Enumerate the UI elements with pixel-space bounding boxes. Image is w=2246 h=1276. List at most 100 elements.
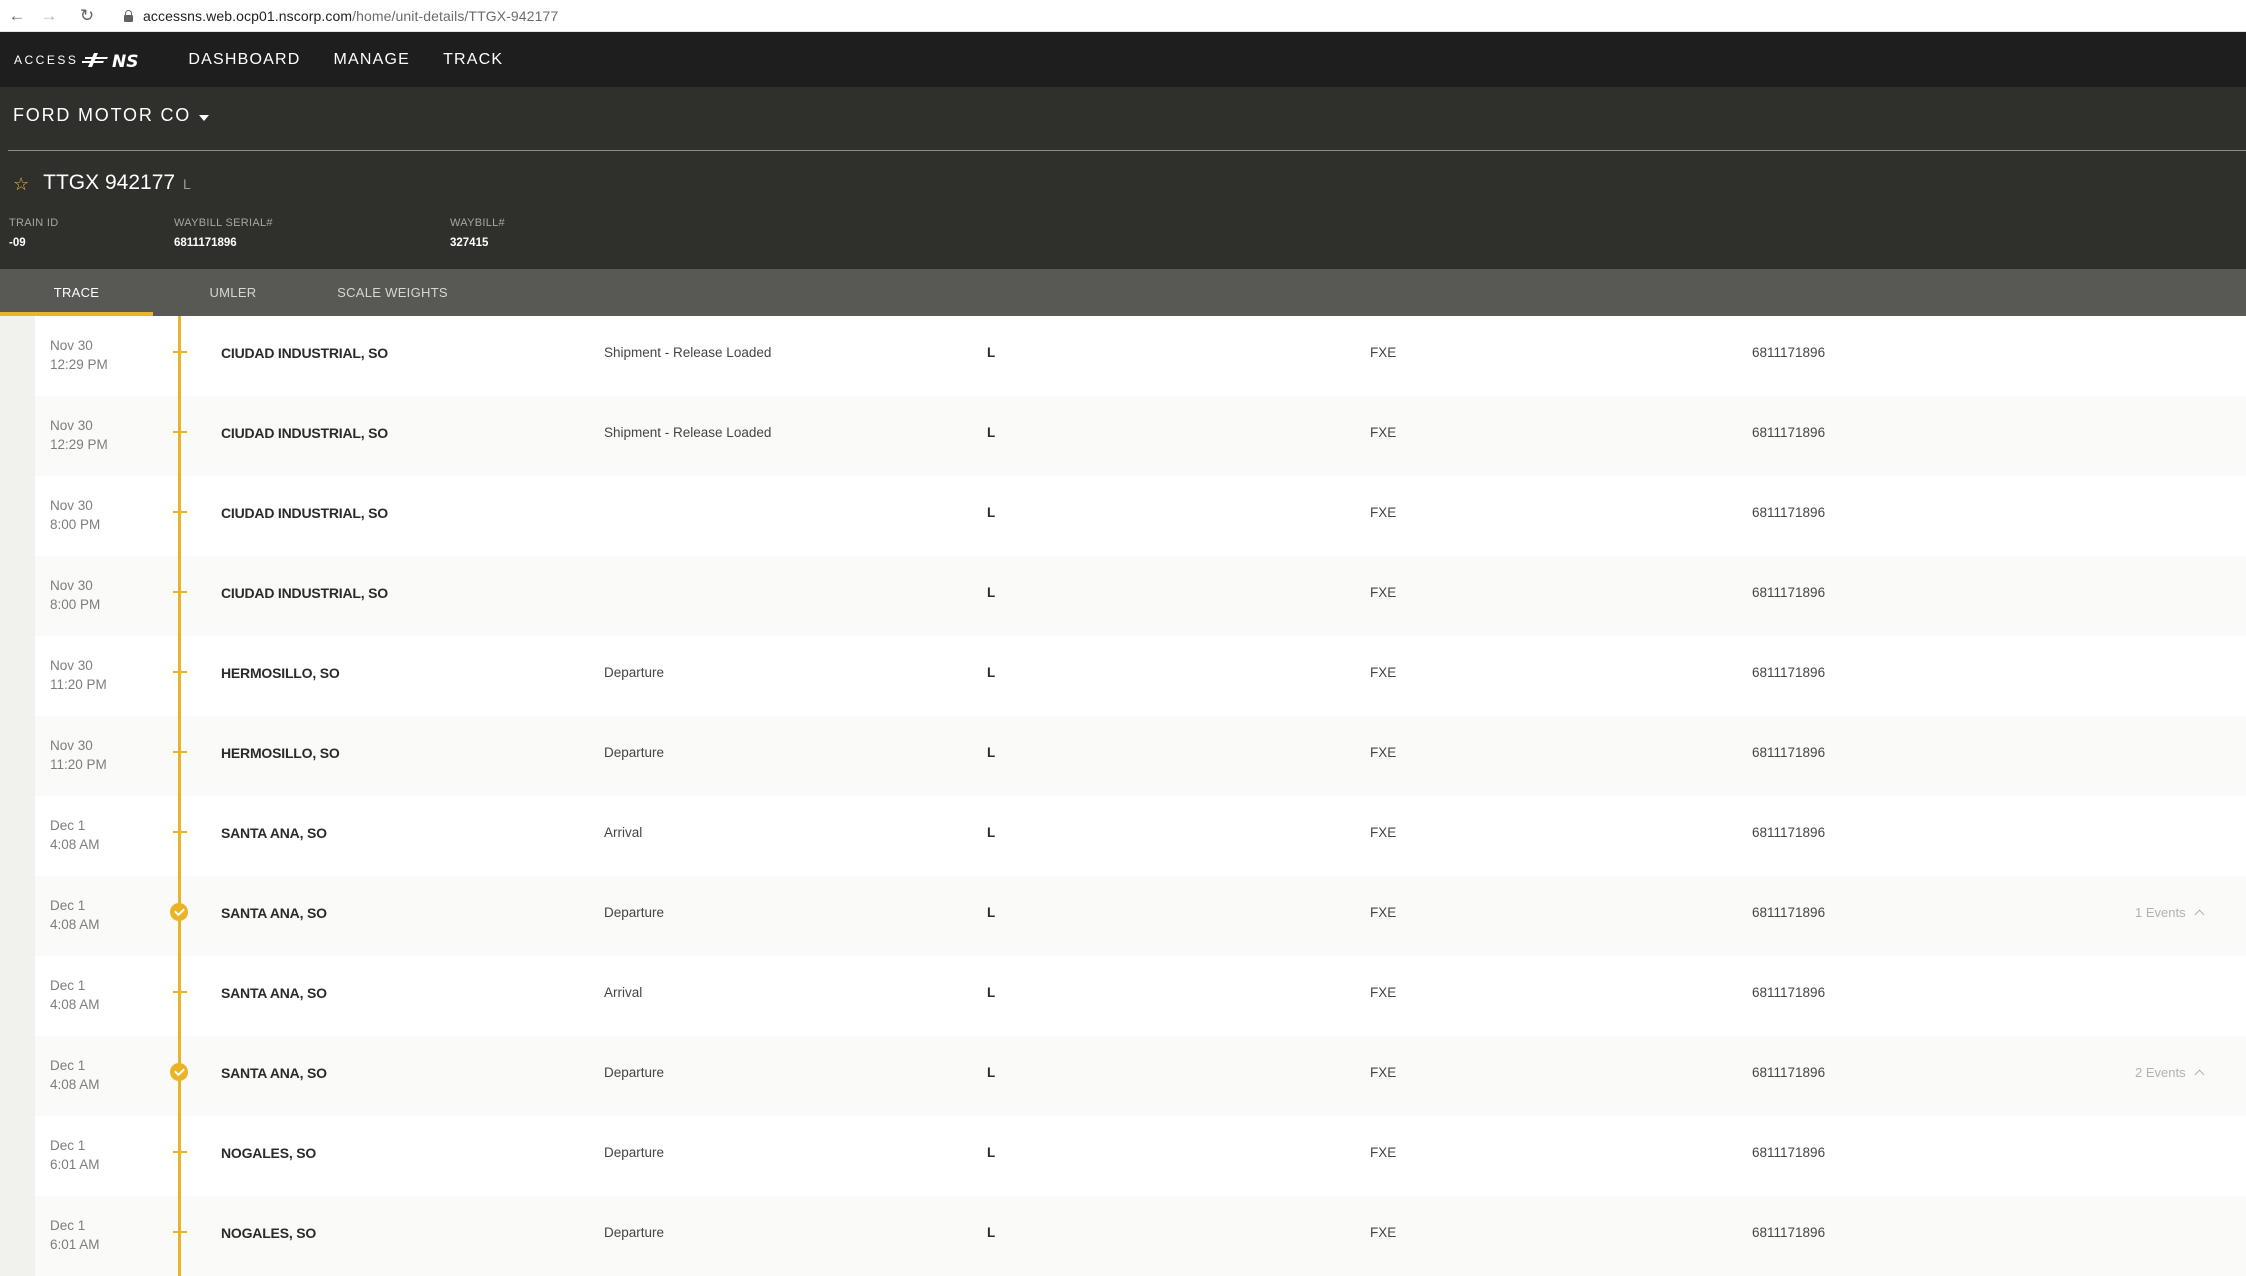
events-toggle[interactable]: 2 Events <box>2135 1065 2205 1080</box>
tab-scale-weights[interactable]: SCALE WEIGHTS <box>320 269 465 316</box>
trace-row[interactable]: Dec 1 4:08 AM SANTA ANA, SO Departure L FXE 68… <box>35 876 2246 956</box>
trace-row[interactable]: Nov 30 8:00 PM CIUDAD INDUSTRIAL, SO L FXE 68… <box>35 476 2246 556</box>
event-time: 12:29 PM <box>50 437 108 452</box>
event-type: Departure <box>604 1145 665 1160</box>
detail-tabs: TRACE UMLER SCALE WEIGHTS <box>0 269 2246 316</box>
event-datetime: Dec 1 6:01 AM <box>50 1136 100 1174</box>
event-type: Arrival <box>604 985 643 1000</box>
browser-toolbar: ← → ↻ accessns.web.ocp01.nscorp.com/home… <box>0 0 2246 32</box>
railroad: FXE <box>1370 745 1397 760</box>
forward-arrow-icon[interactable]: → <box>38 5 60 27</box>
event-location: HERMOSILLO, SO <box>221 665 340 681</box>
reload-icon[interactable]: ↻ <box>76 5 98 27</box>
waybill-serial: 6811171896 <box>1752 1145 1826 1160</box>
event-type: Departure <box>604 905 665 920</box>
trace-row[interactable]: Dec 1 6:01 AM NOGALES, SO Departure L FXE 6811… <box>35 1196 2246 1276</box>
event-datetime: Dec 1 6:01 AM <box>50 1216 100 1254</box>
waybill-serial: 6811171896 <box>1752 585 1826 600</box>
event-location: SANTA ANA, SO <box>221 905 327 921</box>
timeline-tick <box>173 591 187 593</box>
waybill-serial: 6811171896 <box>1752 425 1826 440</box>
waybill-number-value: 327415 <box>450 237 489 249</box>
event-time: 12:29 PM <box>50 357 108 372</box>
event-date: Nov 30 <box>50 738 93 753</box>
timeline-tick <box>173 751 187 753</box>
load-status: L <box>987 1225 996 1240</box>
trace-list: Nov 30 12:29 PM CIUDAD INDUSTRIAL, SO Shipm… <box>0 316 2246 1276</box>
waybill-serial: 6811171896 <box>1752 985 1826 1000</box>
waybill-serial: 6811171896 <box>1752 905 1826 920</box>
event-location: CIUDAD INDUSTRIAL, SO <box>221 425 388 441</box>
event-time: 6:01 AM <box>50 1237 100 1252</box>
event-date: Dec 1 <box>50 818 86 833</box>
load-status: L <box>987 905 996 920</box>
event-datetime: Nov 30 11:20 PM <box>50 656 107 694</box>
waybill-serial-value: 6811171896 <box>174 237 237 249</box>
lock-icon[interactable] <box>124 9 133 22</box>
event-date: Nov 30 <box>50 338 93 353</box>
railroad: FXE <box>1370 1225 1397 1240</box>
app-header: ACCESS NS DASHBOARD MANAGE TRACK <box>0 32 2246 87</box>
event-datetime: Dec 1 4:08 AM <box>50 816 100 854</box>
company-selector[interactable]: FORD MOTOR CO <box>13 105 210 126</box>
nav-track[interactable]: TRACK <box>443 51 503 69</box>
load-status: L <box>987 425 996 440</box>
checkmark-icon <box>170 903 188 921</box>
waybill-serial: 6811171896 <box>1752 1065 1826 1080</box>
train-id-value: -09 <box>9 237 26 249</box>
event-time: 4:08 AM <box>50 917 100 932</box>
ns-logo-icon: NS <box>82 51 158 69</box>
left-gutter <box>0 316 35 1276</box>
event-type: Departure <box>604 665 665 680</box>
tab-umler[interactable]: UMLER <box>180 269 286 316</box>
waybill-serial-field: WAYBILL SERIAL# 6811171896 <box>174 217 273 249</box>
nav-manage[interactable]: MANAGE <box>334 51 411 69</box>
events-toggle[interactable]: 1 Events <box>2135 905 2205 920</box>
train-id-field: TRAIN ID -09 <box>9 217 58 249</box>
event-datetime: Dec 1 4:08 AM <box>50 976 100 1014</box>
event-time: 8:00 PM <box>50 517 101 532</box>
url-path: /home/unit-details/TTGX-942177 <box>352 7 559 24</box>
timeline-tick <box>173 991 187 993</box>
event-time: 11:20 PM <box>50 757 107 772</box>
railroad: FXE <box>1370 505 1397 520</box>
trace-row[interactable]: Nov 30 12:29 PM CIUDAD INDUSTRIAL, SO Shipm… <box>35 396 2246 476</box>
address-bar[interactable]: accessns.web.ocp01.nscorp.com/home/unit-… <box>143 8 558 24</box>
trace-row[interactable]: Nov 30 11:20 PM HERMOSILLO, SO Departure L FX… <box>35 716 2246 796</box>
railroad: FXE <box>1370 1065 1397 1080</box>
trace-row[interactable]: Nov 30 8:00 PM CIUDAD INDUSTRIAL, SO L FXE 68… <box>35 556 2246 636</box>
railroad: FXE <box>1370 665 1397 680</box>
load-status: L <box>987 665 996 680</box>
access-ns-logo[interactable]: ACCESS NS <box>14 51 158 69</box>
unit-id: TTGX 942177 <box>43 171 176 194</box>
event-date: Dec 1 <box>50 1058 86 1073</box>
load-status: L <box>987 505 996 520</box>
back-arrow-icon[interactable]: ← <box>6 5 28 27</box>
event-datetime: Nov 30 8:00 PM <box>50 496 100 534</box>
event-date: Nov 30 <box>50 498 93 513</box>
trace-row[interactable]: Dec 1 6:01 AM NOGALES, SO Departure L FXE 6811… <box>35 1116 2246 1196</box>
unit-title: ☆ TTGX 942177 L <box>13 171 191 195</box>
waybill-serial: 6811171896 <box>1752 745 1826 760</box>
trace-row[interactable]: Dec 1 4:08 AM SANTA ANA, SO Departure L FXE 68… <box>35 1036 2246 1116</box>
chevron-up-icon <box>2194 1069 2205 1080</box>
train-id-label: TRAIN ID <box>9 217 59 229</box>
trace-row[interactable]: Dec 1 4:08 AM SANTA ANA, SO Arrival L FXE 6811… <box>35 796 2246 876</box>
unit-context-header: FORD MOTOR CO ☆ TTGX 942177 L TRAIN ID -… <box>0 87 2246 269</box>
trace-row[interactable]: Dec 1 4:08 AM SANTA ANA, SO Arrival L FXE 6811… <box>35 956 2246 1036</box>
event-date: Dec 1 <box>50 898 86 913</box>
trace-row[interactable]: Nov 30 11:20 PM HERMOSILLO, SO Departure L FX… <box>35 636 2246 716</box>
favorite-star-icon[interactable]: ☆ <box>13 174 29 195</box>
event-location: SANTA ANA, SO <box>221 1065 327 1081</box>
event-location: CIUDAD INDUSTRIAL, SO <box>221 585 388 601</box>
railroad: FXE <box>1370 905 1397 920</box>
event-location: NOGALES, SO <box>221 1225 317 1241</box>
event-time: 4:08 AM <box>50 837 100 852</box>
nav-dashboard[interactable]: DASHBOARD <box>188 51 300 69</box>
event-date: Dec 1 <box>50 1218 86 1233</box>
event-type: Shipment - Release Loaded <box>604 425 772 440</box>
tab-trace[interactable]: TRACE <box>0 269 153 316</box>
railroad: FXE <box>1370 1145 1397 1160</box>
load-status: L <box>987 745 996 760</box>
trace-row[interactable]: Nov 30 12:29 PM CIUDAD INDUSTRIAL, SO Shipm… <box>35 316 2246 396</box>
